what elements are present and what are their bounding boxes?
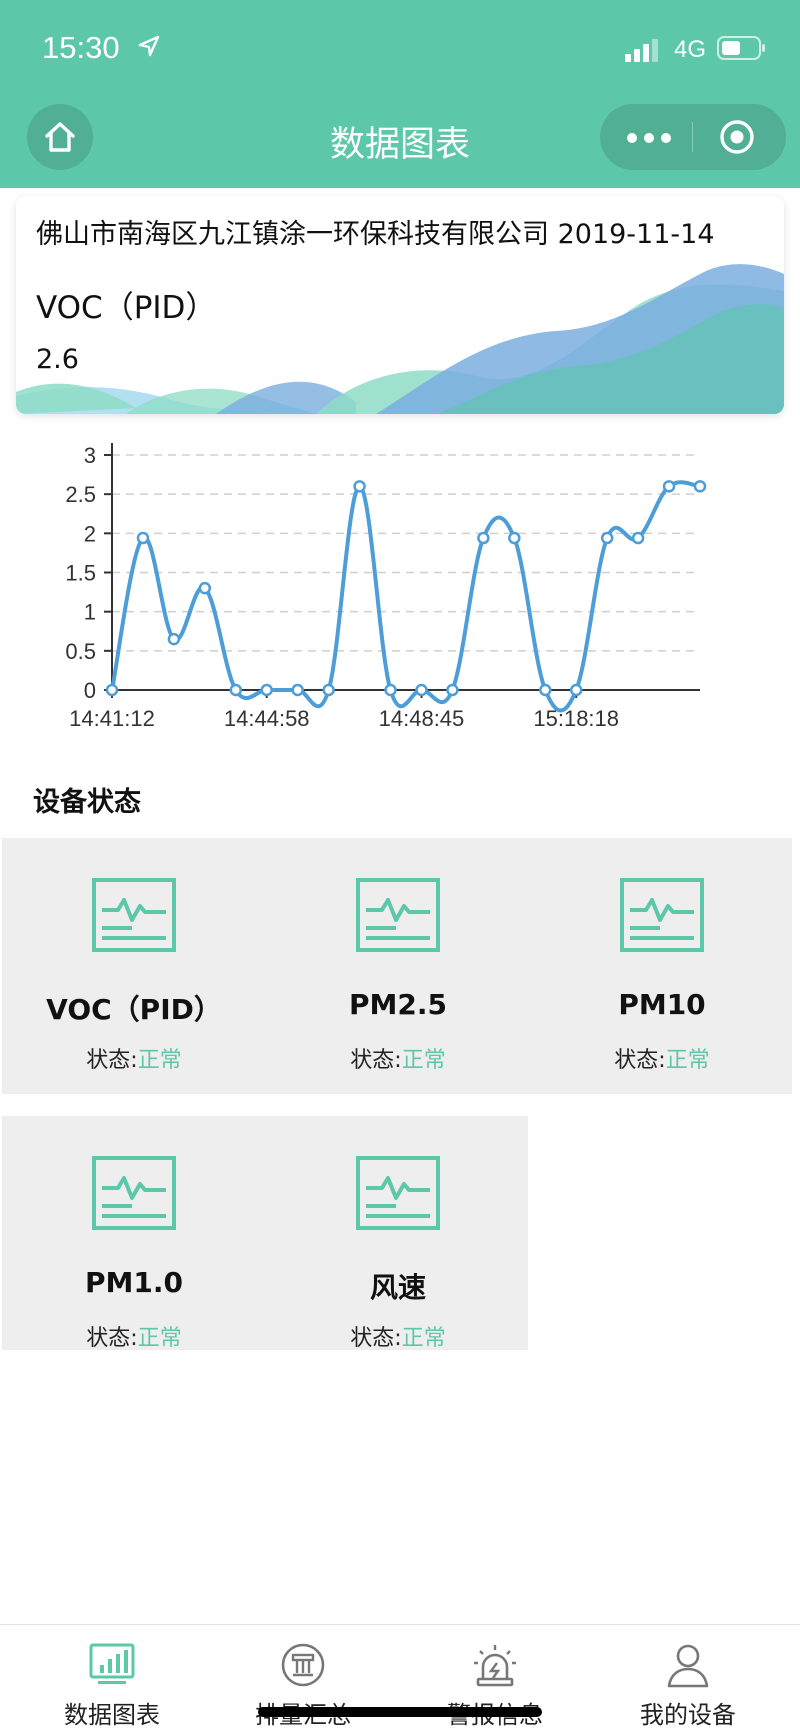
data-point[interactable] [539,683,552,697]
capsule-divider [692,122,693,152]
x-tick-label: 14:41:12 [69,706,155,731]
data-point[interactable] [477,531,490,545]
signal-icon [625,39,658,62]
data-point[interactable] [105,683,119,697]
device-tile[interactable]: VOC（PID） 状态:正常 [2,838,266,1078]
x-tick-label: 14:44:58 [224,706,310,731]
emission-icon [281,1643,325,1687]
y-tick-label: 0 [84,678,96,703]
device-tile[interactable]: 风速状态:正常 [266,1116,530,1356]
data-point[interactable] [569,683,583,697]
device-name: PM2.5 [349,988,447,1021]
device-tile[interactable]: PM2.5 状态:正常 [266,838,530,1078]
x-tick-label: 14:48:45 [379,706,465,731]
monitor-icon [620,878,704,952]
device-state-label: 状态: [350,1048,402,1073]
tab-data-chart[interactable]: 数据图表 [12,1625,212,1733]
y-tick-label: 2.5 [65,482,96,507]
data-point[interactable] [693,480,707,493]
network-type: 4G [674,36,707,63]
metric-value: 2.6 [36,344,79,375]
bar-chart-icon [89,1643,135,1684]
y-tick-label: 1.5 [65,561,96,586]
device-state-label: 状态: [86,1326,138,1351]
y-tick-label: 3 [84,443,96,468]
device-state: 状态:正常 [266,1042,530,1074]
summary-card: 佛山市南海区九江镇涂一环保科技有限公司 2019-11-14 VOC（PID） … [16,196,784,414]
x-tick-label: 15:18:18 [533,706,619,731]
more-icon[interactable] [626,132,672,144]
alarm-icon [474,1645,516,1687]
device-state-label: 状态: [614,1048,666,1073]
monitor-icon [356,878,440,952]
header-bar: 15:30 4G 数据图表 [0,0,800,188]
device-name: 风速 [369,1271,426,1304]
monitor-icon [92,878,176,952]
data-point[interactable] [508,531,521,545]
metric-name: VOC（PID） [36,290,217,326]
device-state: 状态:正常 [2,1320,266,1352]
device-status-title: 设备状态 [33,787,141,818]
data-point[interactable] [415,683,428,697]
data-point[interactable] [167,632,181,646]
device-state-value: 正常 [401,1326,446,1351]
y-tick-label: 2 [84,521,96,546]
device-state-value: 正常 [137,1326,182,1351]
data-point[interactable] [260,683,273,697]
data-point[interactable] [353,480,366,493]
device-state-value: 正常 [665,1048,710,1073]
data-point[interactable] [384,683,397,697]
voc-line-chart[interactable]: 0 0.5 1 1.5 2 2.5 3 14:41:12 14:44:58 14:48:45 15:… [0,430,800,740]
home-indicator [258,1707,542,1717]
data-point[interactable] [229,683,243,697]
location-arrow-icon [138,35,160,57]
device-name: PM10 [618,988,706,1021]
y-tick-label: 0.5 [65,639,96,664]
device-state: 状态:正常 [266,1320,530,1352]
monitor-icon [92,1156,176,1230]
user-icon [667,1644,709,1688]
mini-program-capsule [600,104,786,170]
data-point[interactable] [291,683,304,697]
device-state-label: 状态: [350,1326,402,1351]
data-point[interactable] [446,683,459,697]
device-state-label: 状态: [86,1048,138,1073]
device-name: PM1.0 [85,1266,183,1299]
data-point[interactable] [322,683,335,697]
data-point[interactable] [136,531,150,545]
device-state-value: 正常 [401,1048,446,1073]
battery-icon [717,36,765,60]
monitor-icon [356,1156,440,1230]
tab-label: 数据图表 [64,1701,160,1729]
data-point[interactable] [631,531,645,545]
status-time: 15:30 [42,30,120,65]
data-point[interactable] [600,531,614,545]
y-tick-label: 1 [84,600,96,625]
device-state-value: 正常 [137,1048,182,1073]
device-state: 状态:正常 [2,1042,266,1074]
series-line [110,480,701,713]
device-state: 状态:正常 [530,1042,794,1074]
close-target-icon[interactable] [718,118,756,156]
data-point[interactable] [662,480,676,493]
company-name: 佛山市南海区九江镇涂一环保科技有限公司 2019-11-14 [36,219,715,250]
tab-my-devices[interactable]: 我的设备 [588,1625,788,1733]
device-name: VOC（PID） [46,993,222,1026]
device-tile[interactable]: PM1.0 状态:正常 [2,1116,266,1356]
data-point[interactable] [198,581,212,595]
tab-label: 我的设备 [640,1701,736,1729]
device-tile[interactable]: PM10 状态:正常 [530,838,794,1078]
